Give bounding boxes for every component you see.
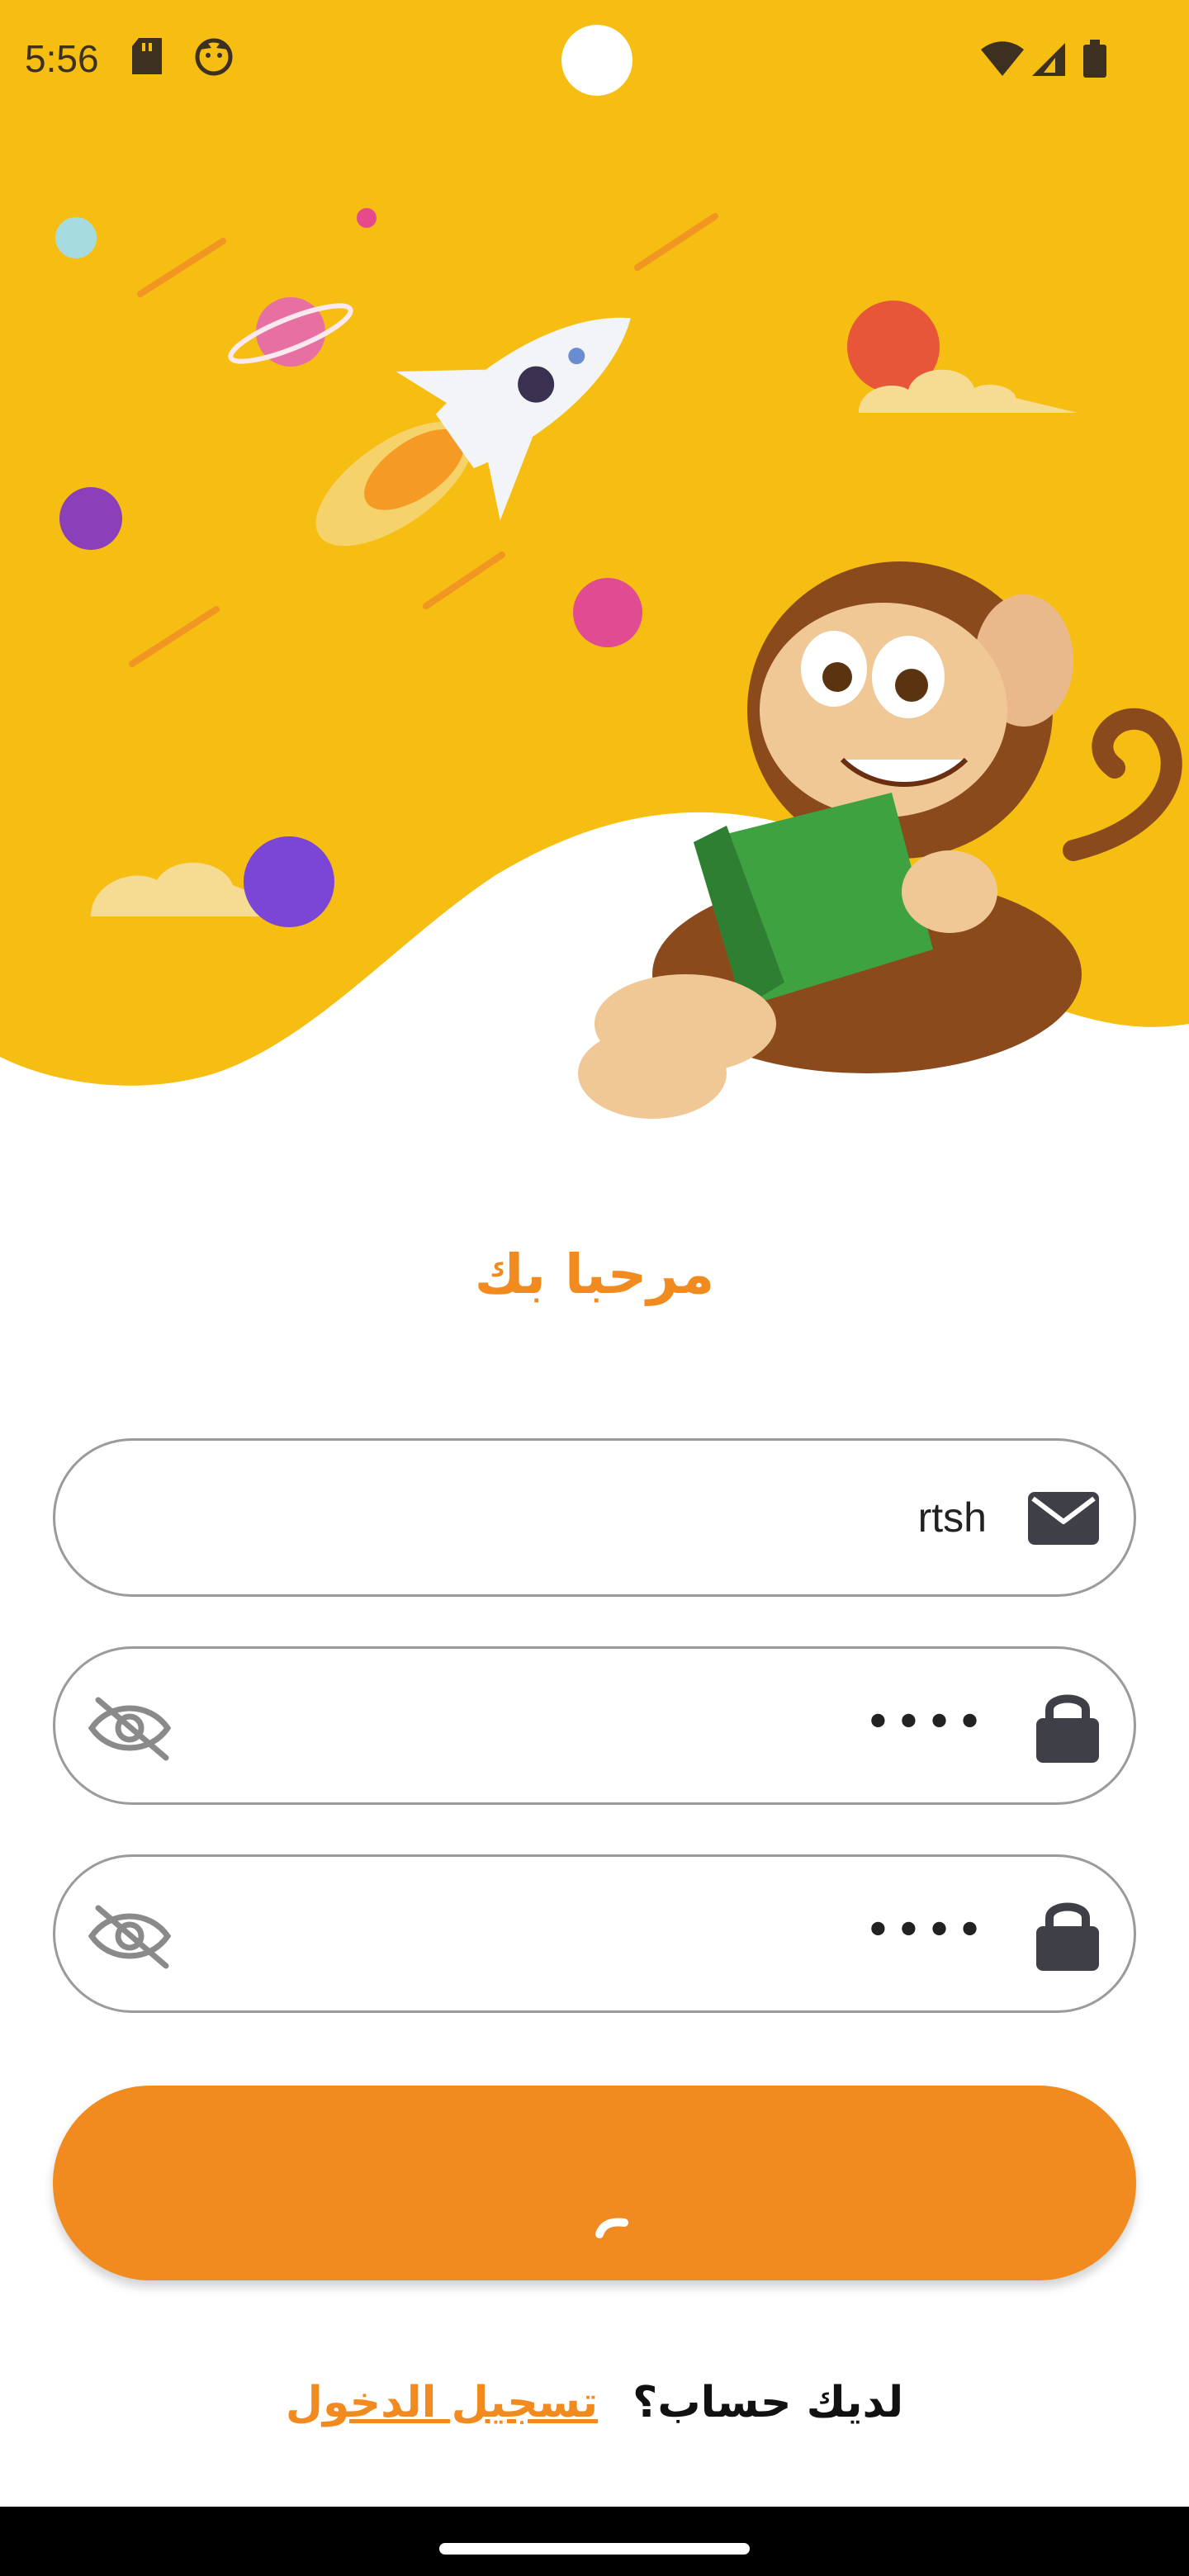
login-link[interactable]: تسجيل الدخول xyxy=(286,2378,598,2427)
eye-off-icon[interactable] xyxy=(87,1695,173,1764)
home-gesture-handle[interactable] xyxy=(439,2543,750,2555)
confirm-password-field[interactable]: •••• xyxy=(53,1854,1136,2013)
status-time: 5:56 xyxy=(25,37,99,80)
wifi-icon xyxy=(981,41,1024,79)
password-value[interactable]: •••• xyxy=(865,1649,987,1802)
email-value[interactable]: rtsh xyxy=(918,1441,987,1594)
lock-icon xyxy=(1036,1900,1099,1974)
loading-spinner-icon xyxy=(594,2206,642,2254)
planet-blue xyxy=(55,217,97,258)
planet-pink xyxy=(573,578,642,647)
signal-icon xyxy=(1032,43,1065,79)
planet-purple xyxy=(59,487,122,550)
login-prompt-row: لديك حساب؟ تسجيل الدخول xyxy=(0,2370,1189,2436)
hero-illustration xyxy=(0,0,1189,1119)
have-account-text: لديك حساب؟ xyxy=(632,2378,904,2427)
camera-cutout xyxy=(561,25,632,96)
navigation-bar xyxy=(0,2507,1189,2576)
page-title: مرحبا بك xyxy=(474,1243,715,1306)
lock-icon xyxy=(1036,1692,1099,1766)
confirm-password-value[interactable]: •••• xyxy=(865,1857,987,2010)
envelope-icon xyxy=(1028,1492,1099,1548)
password-field[interactable]: •••• xyxy=(53,1646,1136,1805)
face-icon xyxy=(195,38,233,79)
sd-card-icon xyxy=(132,38,162,78)
eye-off-icon[interactable] xyxy=(87,1903,173,1972)
planet-pink-small xyxy=(357,208,377,228)
status-bar: 5:56 xyxy=(0,0,1189,124)
battery-icon xyxy=(1083,40,1106,81)
email-field[interactable]: rtsh xyxy=(53,1438,1136,1597)
planet-violet xyxy=(244,836,334,927)
